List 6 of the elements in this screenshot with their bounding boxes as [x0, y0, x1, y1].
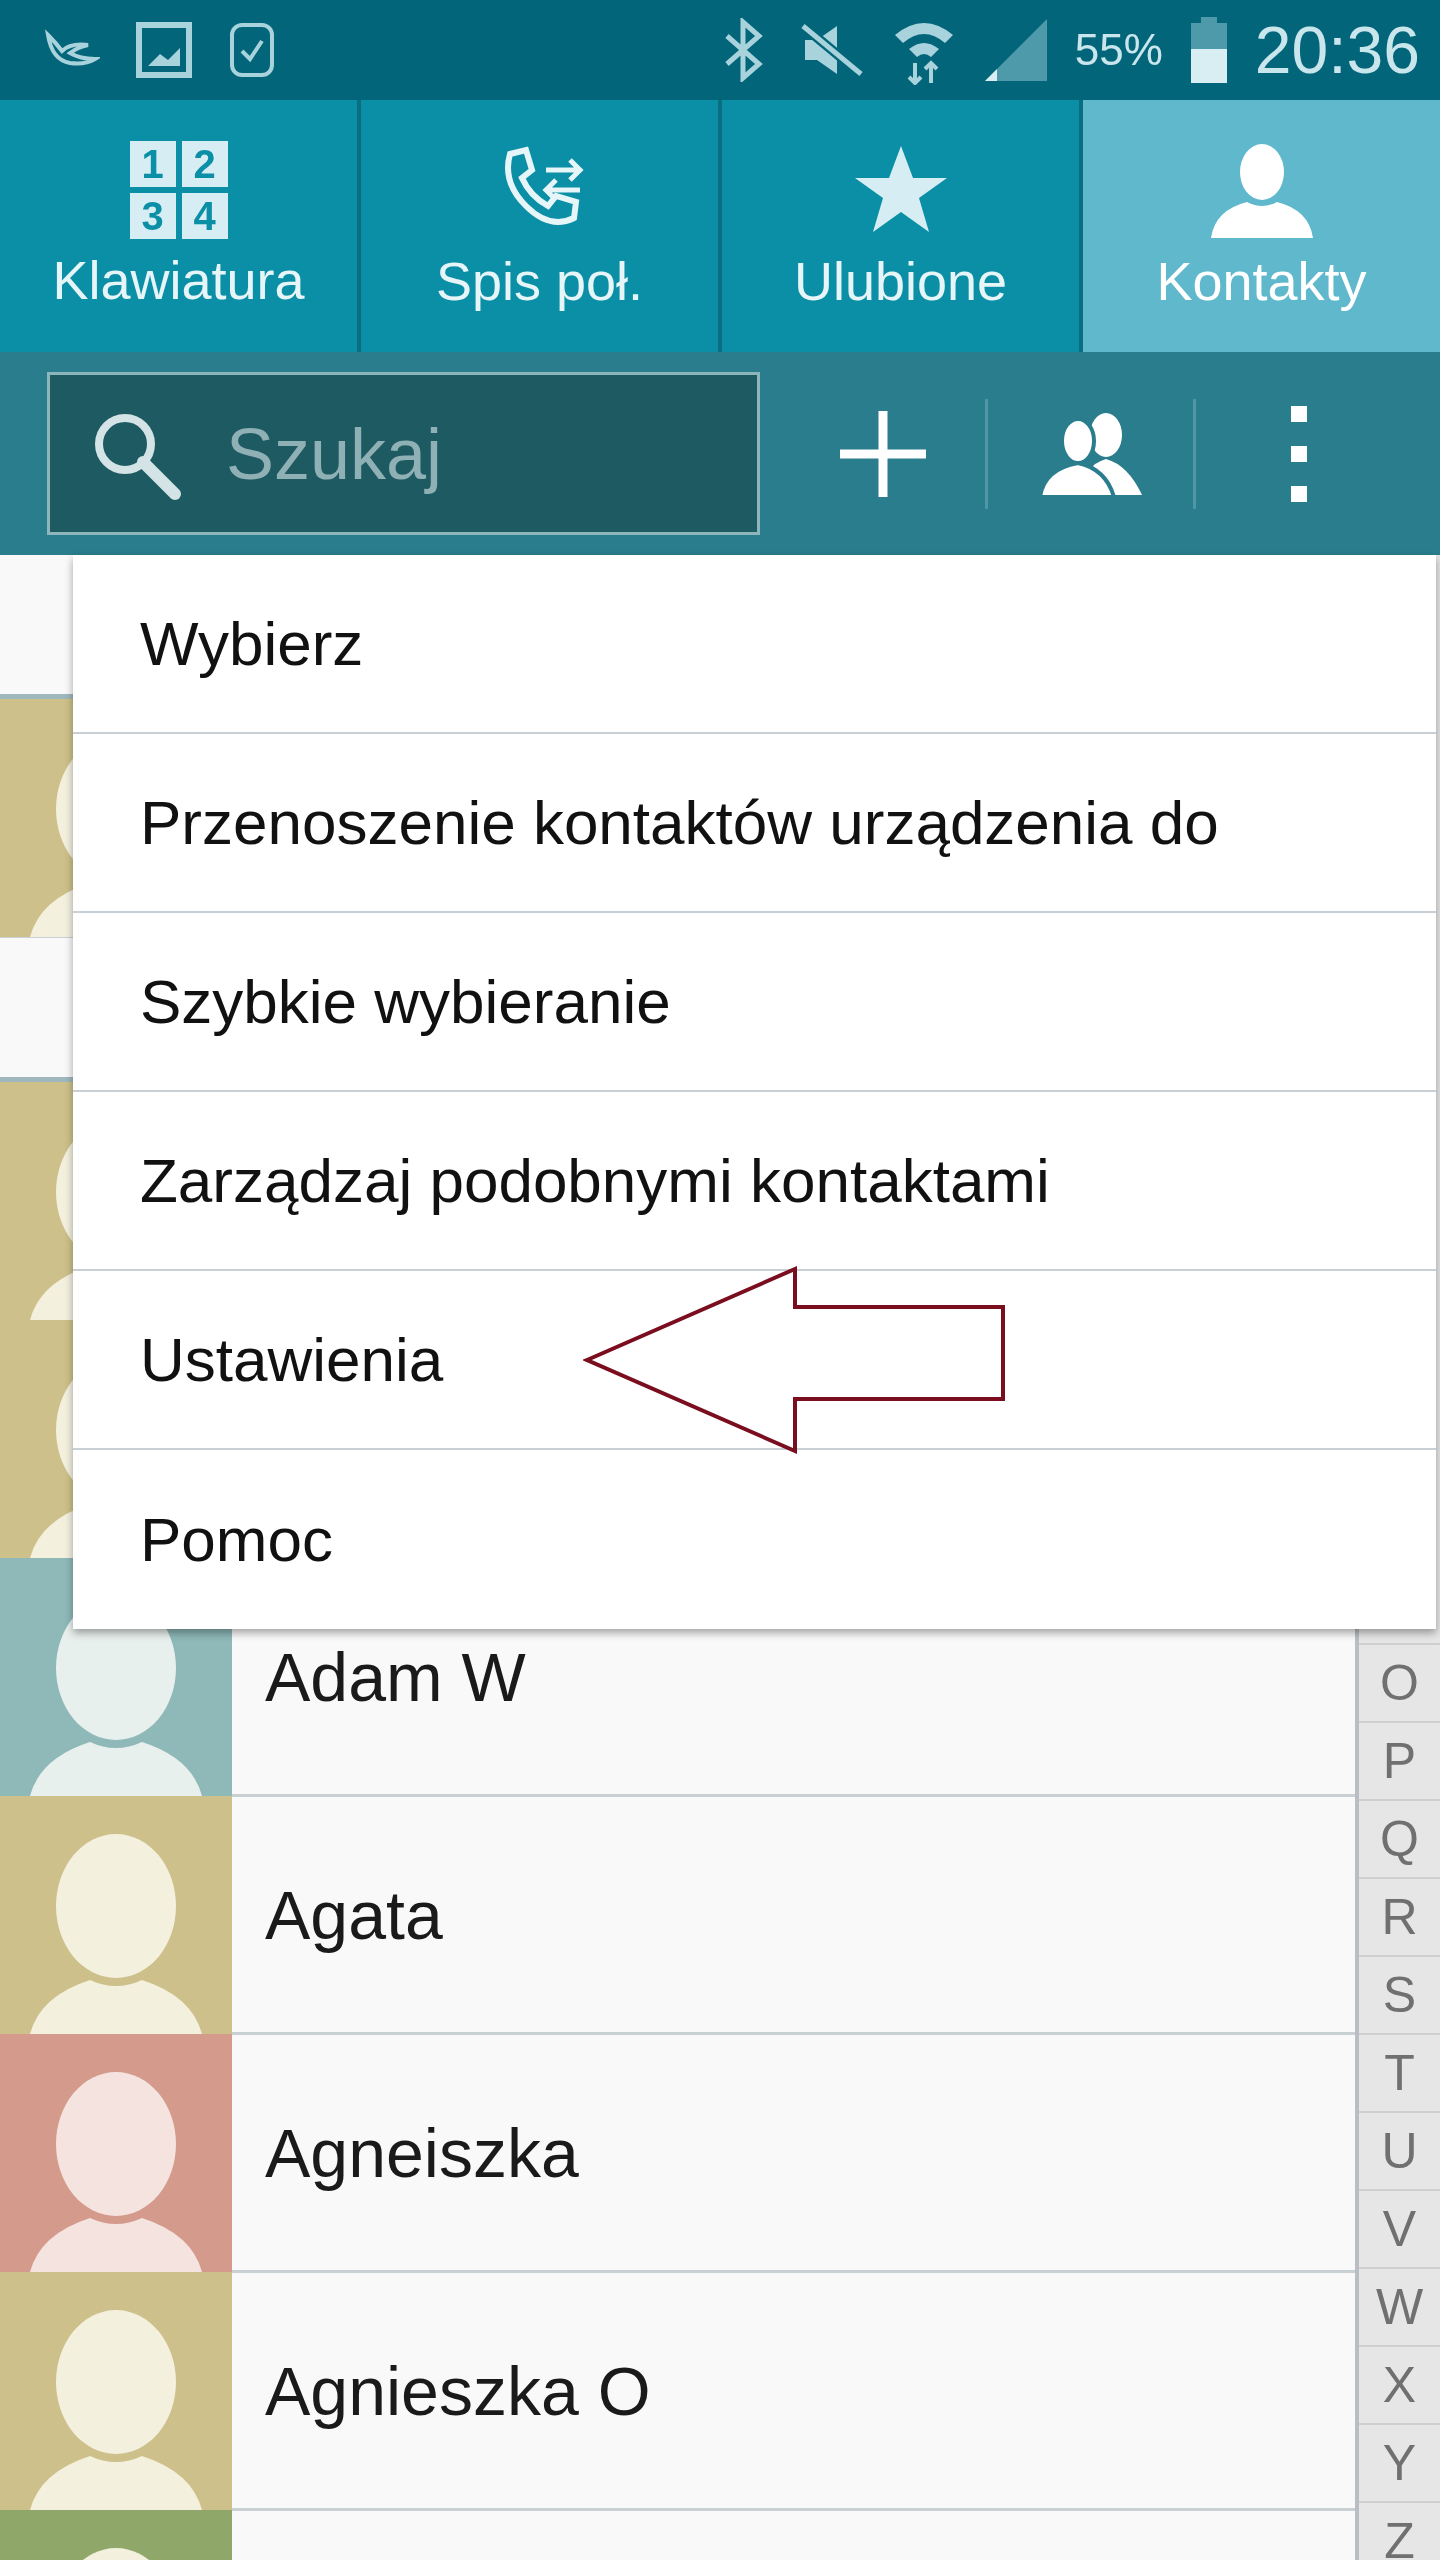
battery-percent: 55%	[1074, 25, 1163, 75]
contact-name: Agata	[265, 1875, 443, 1954]
contact-name: Adam W	[265, 1637, 526, 1716]
clock: 20:36	[1254, 12, 1420, 88]
contact-name: Agnieszka O	[265, 2351, 651, 2430]
contact-name: Agneiszka	[265, 2113, 579, 2192]
